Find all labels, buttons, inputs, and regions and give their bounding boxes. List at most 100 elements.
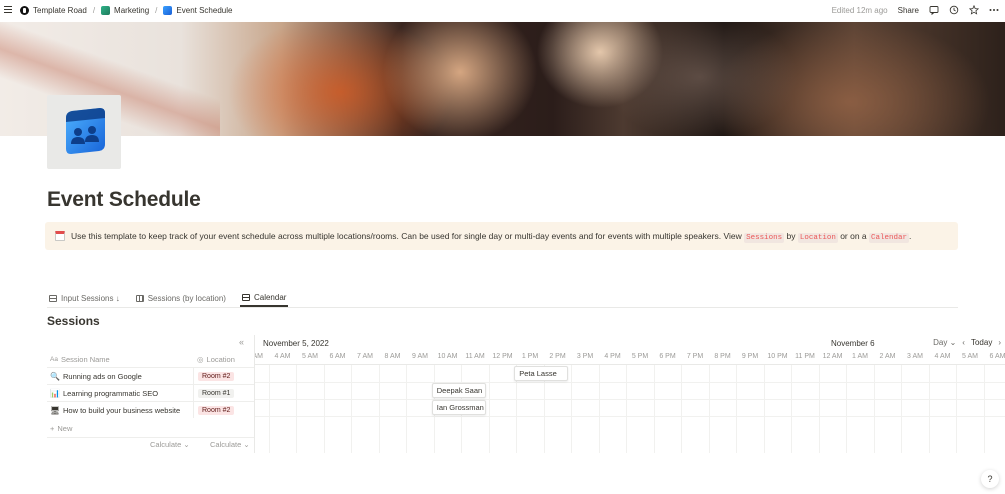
menu-icon[interactable]: [4, 5, 12, 14]
hour-label: 4 AM: [274, 353, 291, 360]
code-calendar: Calendar: [869, 232, 910, 243]
calculate-button-name[interactable]: Calculate ⌄: [150, 440, 190, 449]
session-name: How to build your business website: [63, 405, 181, 415]
zoom-label: Day: [933, 338, 948, 347]
grid-line: [653, 365, 655, 453]
calculate-row: Calculate ⌄ Calculate ⌄: [47, 437, 254, 451]
select-property-icon: ◎: [197, 354, 204, 364]
table-row[interactable]: 📊 Learning programmatic SEO Room #1: [47, 384, 254, 401]
help-button[interactable]: ?: [981, 470, 999, 488]
column-header-location[interactable]: ◎ Location: [193, 351, 254, 367]
location-cell[interactable]: Room #2: [193, 368, 254, 384]
page-icon: [163, 5, 173, 15]
grid-line: [681, 365, 683, 453]
code-location: Location: [797, 232, 838, 243]
grid-line: [818, 365, 820, 453]
session-name-cell[interactable]: 🖥 How to build your business website: [47, 406, 193, 415]
tab-label: Sessions (by location): [147, 294, 226, 303]
template-road-logo-icon: [20, 5, 29, 15]
view-tabs: Input Sessions ↓ Sessions (by location) …: [47, 290, 958, 308]
timeline-event[interactable]: Peta Lasse: [514, 366, 569, 381]
calculate-label: Calculate: [150, 440, 182, 449]
topbar-actions: Edited 12m ago Share: [832, 0, 999, 20]
share-button[interactable]: Share: [898, 6, 919, 15]
history-icon[interactable]: [949, 5, 959, 15]
grid-line: [323, 365, 325, 453]
hour-label: 7 PM: [686, 353, 704, 360]
chevron-right-icon[interactable]: ›: [998, 338, 1001, 347]
tab-sessions-by-location[interactable]: Sessions (by location): [134, 290, 228, 307]
timeline-date-label: November 6: [831, 339, 875, 348]
tab-input-sessions[interactable]: Input Sessions ↓: [47, 290, 122, 307]
hour-label: 6 AM: [989, 353, 1005, 360]
location-tag: Room #2: [198, 405, 235, 415]
hour-label: 10 AM: [437, 353, 458, 360]
session-name: Running ads on Google: [63, 371, 142, 381]
breadcrumb: Template Road / Marketing / Event Schedu…: [20, 0, 232, 20]
timeline-event[interactable]: Deepak Saan: [431, 383, 486, 398]
page-icon-large[interactable]: [47, 95, 121, 169]
database-title[interactable]: Sessions: [47, 314, 100, 328]
grid-line: [571, 365, 573, 453]
table-row[interactable]: 🔍 Running ads on Google Room #2: [47, 367, 254, 384]
location-cell[interactable]: Room #2: [193, 402, 254, 418]
hour-label: 5 AM: [302, 353, 318, 360]
cover-image: [0, 22, 1005, 136]
today-button[interactable]: Today: [971, 338, 992, 347]
grid-line: [255, 399, 1005, 400]
hour-label: 8 PM: [714, 353, 731, 360]
session-name-cell[interactable]: 🔍 Running ads on Google: [47, 372, 193, 381]
hour-label: 3 AM: [255, 353, 263, 360]
grid-line: [598, 365, 600, 453]
column-header-session-name[interactable]: Aa Session Name: [47, 355, 193, 364]
collapse-table-icon[interactable]: «: [239, 337, 244, 347]
tab-calendar[interactable]: Calendar: [239, 290, 289, 307]
grid-line: [488, 365, 490, 453]
timeline-date-label: November 5, 2022: [263, 339, 329, 348]
new-row-label: New: [57, 423, 73, 433]
breadcrumb-item-template-road[interactable]: Template Road: [20, 5, 87, 15]
hour-label: 4 AM: [934, 353, 951, 360]
hour-header: 3 AM 4 AM 5 AM 6 AM 7 AM 8 AM 9 AM 10 AM 11 AM 12…: [255, 351, 1005, 365]
timeline-event[interactable]: Ian Grossman: [431, 400, 486, 415]
breadcrumb-item-event-schedule[interactable]: Event Schedule: [163, 5, 232, 15]
new-row-button[interactable]: + New: [47, 421, 72, 435]
hour-label: 12 PM: [492, 353, 513, 360]
code-sessions: Sessions: [744, 232, 785, 243]
grid-line: [378, 365, 380, 453]
calendar-icon: [241, 294, 250, 301]
chevron-down-icon: ⌄: [243, 440, 250, 449]
magnifier-icon: 🔍: [50, 371, 60, 381]
grid-line: [791, 365, 793, 453]
column-header-label: Session Name: [60, 354, 110, 364]
callout-text-part: by: [784, 230, 798, 241]
more-options-icon[interactable]: [989, 5, 999, 15]
hour-label: 5 AM: [962, 353, 978, 360]
comment-icon[interactable]: [929, 5, 939, 15]
breadcrumb-separator: /: [92, 5, 96, 15]
calculate-button-location[interactable]: Calculate ⌄: [210, 440, 250, 449]
edited-timestamp: Edited 12m ago: [831, 5, 888, 15]
hour-label: 3 AM: [907, 353, 923, 360]
desktop-computer-icon: 🖥: [50, 405, 61, 415]
page-title[interactable]: Event Schedule: [47, 188, 201, 212]
timeline-grid: Peta Lasse Deepak Saan Ian Grossman: [255, 365, 1005, 453]
location-tag: Room #2: [198, 371, 235, 381]
chevron-left-icon[interactable]: ‹: [962, 338, 965, 347]
grid-line: [296, 365, 298, 453]
timeline-controls: Day ⌄ ‹ Today ›: [933, 338, 1001, 347]
grid-line: [928, 365, 930, 453]
grid-line: [351, 365, 353, 453]
callout-text-part: or on a: [837, 230, 870, 241]
tab-label: Calendar: [253, 293, 287, 302]
location-cell[interactable]: Room #1: [193, 385, 254, 401]
session-name-cell[interactable]: 📊 Learning programmatic SEO: [47, 389, 193, 398]
zoom-select[interactable]: Day ⌄: [933, 338, 956, 347]
table-row[interactable]: 🖥 How to build your business website Roo…: [47, 401, 254, 418]
leaf-icon: [101, 5, 111, 15]
text-property-icon: Aa: [50, 355, 58, 363]
grid-line: [736, 365, 738, 453]
table-icon: [49, 295, 57, 302]
star-icon[interactable]: [969, 5, 979, 15]
breadcrumb-item-marketing[interactable]: Marketing: [101, 5, 149, 15]
